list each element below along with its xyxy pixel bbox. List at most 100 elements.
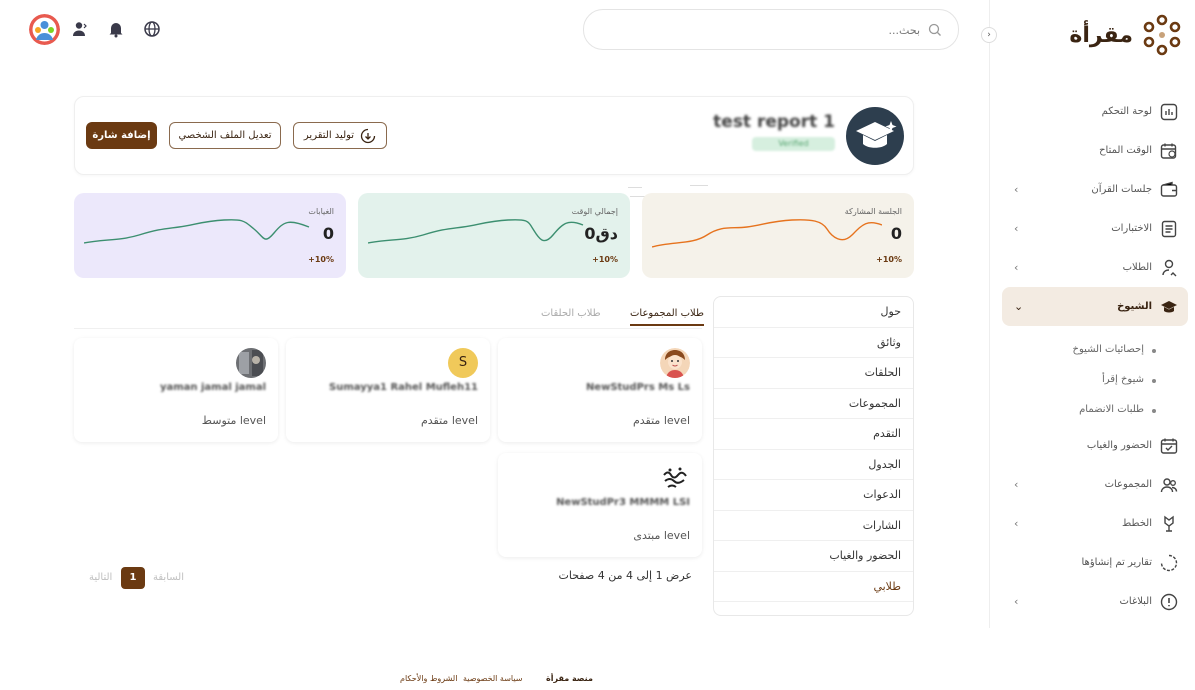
sidebar-item-plans[interactable]: الخطط ‹ [990, 504, 1195, 543]
student-level: متقدم level [420, 414, 478, 427]
verified-badge: Verified [752, 137, 835, 151]
student-avatar-initial: S [448, 348, 478, 378]
bullet-dot [1152, 409, 1156, 413]
sparkline-path [652, 219, 882, 248]
photo-avatar-icon [236, 348, 266, 378]
bullet-dot [1152, 349, 1156, 353]
add-badge-button[interactable]: إضافة شارة [86, 122, 157, 149]
chevron-left-icon: ‹ [1014, 478, 1019, 491]
sidebar-item-label: تقارير تم إنشاؤها [1081, 557, 1153, 568]
globe-icon[interactable] [143, 20, 161, 38]
footer-privacy-link[interactable]: سياسة الخصوصية [463, 674, 522, 683]
user-switch-icon[interactable] [71, 20, 89, 38]
chevron-left-icon: ‹ [1014, 261, 1019, 274]
menu-item-progress[interactable]: التقدم [714, 419, 913, 450]
chevron-left-icon: ‹ [1014, 183, 1019, 196]
sidebar-subitem-label: إحصائيات الشيوخ [1072, 344, 1144, 355]
sidebar-item-label: الاختبارات [1111, 223, 1152, 234]
student-icon [1162, 259, 1177, 276]
graduation-cap-icon [1161, 300, 1177, 312]
tabs-divider [74, 328, 702, 329]
sidebar-item-label: البلاغات [1119, 596, 1153, 607]
sidebar-subitem-join-requests[interactable]: طلبات الانضمام [990, 396, 1195, 426]
search-icon [928, 23, 941, 36]
menu-item-attendance[interactable]: الحضور والغياب [714, 541, 913, 572]
report-circle-icon [1160, 554, 1178, 571]
sidebar-item-label: الشيوخ [1117, 301, 1152, 312]
menu-item-invitations[interactable]: الدعوات [714, 480, 913, 511]
sidebar-item-dashboard[interactable]: لوحة التحكم [990, 92, 1195, 131]
sidebar-subitem-iqra-sheikhs[interactable]: شيوخ إقرأ [990, 366, 1195, 396]
bullet-dot [1152, 379, 1156, 383]
sparkline-chart [652, 219, 882, 248]
chevron-left-icon: ‹ [1014, 517, 1019, 530]
stat-card-absences: الغيابات 0 +10% [74, 193, 346, 278]
sidebar-item-quran-sessions[interactable]: جلسات القرآن ‹ [990, 170, 1195, 209]
chevron-left-icon: ‹ [1014, 595, 1019, 608]
student-card[interactable]: yaman jamal jamal متوسط level [74, 338, 278, 442]
brand-name: مقرأة [1069, 22, 1133, 48]
sidebar-item-label: الطلاب [1122, 262, 1152, 273]
sidebar-collapse-button[interactable]: › [981, 27, 997, 43]
sidebar-item-generated-reports[interactable]: تقارير تم إنشاؤها [990, 543, 1195, 582]
add-badge-label: إضافة شارة [92, 130, 151, 141]
student-name: Sumayya1 Rahel Mufleh11 [329, 382, 478, 393]
student-avatar [660, 348, 690, 378]
sidebar-item-label: الخطط [1122, 518, 1152, 529]
group-icon [1160, 477, 1178, 492]
pagination-previous-button[interactable]: السابقة [153, 567, 184, 589]
student-card[interactable]: S Sumayya1 Rahel Mufleh11 متقدم level [286, 338, 490, 442]
edit-profile-button[interactable]: تعديل الملف الشخصي [169, 122, 281, 149]
tab-circle-students[interactable]: طلاب الحلقات [541, 308, 601, 319]
stat-value: 0 [322, 224, 334, 243]
report-download-icon [360, 128, 376, 143]
student-name: NewStudPr3 MMMM LSI [556, 497, 690, 508]
student-card[interactable]: NewStudPr3 MMMM LSI مبتدى level [498, 453, 702, 557]
menu-item-circles[interactable]: الحلقات [714, 358, 913, 389]
sidebar-subitem-label: طلبات الانضمام [1079, 404, 1144, 415]
sidebar-item-reports[interactable]: البلاغات ‹ [990, 582, 1195, 621]
cartoon-avatar-icon [660, 348, 690, 378]
sidebar-subitem-sheikh-stats[interactable]: إحصائيات الشيوخ [990, 336, 1195, 366]
student-avatar [660, 463, 690, 493]
tab-group-students[interactable]: طلاب المجموعات [630, 308, 704, 326]
menu-item-groups[interactable]: المجموعات [714, 389, 913, 419]
sidebar-item-students[interactable]: الطلاب ‹ [990, 248, 1195, 287]
profile-avatar [846, 107, 904, 165]
menu-item-documents[interactable]: وثائق [714, 328, 913, 358]
user-avatar[interactable] [29, 14, 60, 45]
menu-item-my-students[interactable]: طلابي [714, 572, 913, 602]
sidebar-item-sheikhs[interactable]: الشيوخ ⌄ [1002, 287, 1188, 326]
brand-mark-icon [1143, 14, 1181, 56]
sidebar-item-label: المجموعات [1104, 479, 1152, 490]
student-name: yaman jamal jamal [159, 382, 266, 393]
sidebar-item-label: الوقت المتاح [1099, 145, 1152, 156]
sparkline-chart [368, 219, 584, 244]
student-card[interactable]: NewStudPrs Ms Ls متقدم level [498, 338, 702, 442]
profile-name: test report 1 [713, 112, 835, 132]
menu-item-about[interactable]: حول [714, 297, 913, 328]
student-level: مبتدى level [633, 529, 690, 542]
sidebar-item-available-time[interactable]: الوقت المتاح [990, 131, 1195, 170]
sidebar-item-label: جلسات القرآن [1091, 184, 1152, 195]
sidebar-item-attendance[interactable]: الحضور والغياب [990, 426, 1195, 465]
footer-platform: منصة مقرأة [546, 674, 593, 683]
footer-terms-link[interactable]: الشروط والأحكام [400, 674, 457, 683]
brand-logo[interactable]: مقرأة [1069, 14, 1183, 56]
pagination-info: عرض 1 إلى 4 من 4 صفحات [558, 569, 693, 582]
sidebar-item-groups[interactable]: المجموعات ‹ [990, 465, 1195, 504]
pagination-current-page[interactable]: 1 [121, 567, 145, 589]
bell-icon[interactable] [107, 20, 125, 38]
sparkline-chart [84, 219, 310, 244]
search-input[interactable] [720, 21, 920, 39]
pagination-next-button[interactable]: التالية [89, 567, 112, 589]
sparkline-path [368, 219, 584, 244]
graduation-cap-icon [856, 121, 897, 148]
sidebar-item-label: لوحة التحكم [1101, 106, 1152, 117]
generate-report-button[interactable]: توليد التقرير [293, 122, 387, 149]
chevron-down-icon: ⌄ [1014, 300, 1024, 313]
menu-item-schedule[interactable]: الجدول [714, 450, 913, 480]
chevron-left-icon: ‹ [1014, 222, 1019, 235]
sidebar-item-exams[interactable]: الاختبارات ‹ [990, 209, 1195, 248]
menu-item-badges[interactable]: الشارات [714, 511, 913, 541]
